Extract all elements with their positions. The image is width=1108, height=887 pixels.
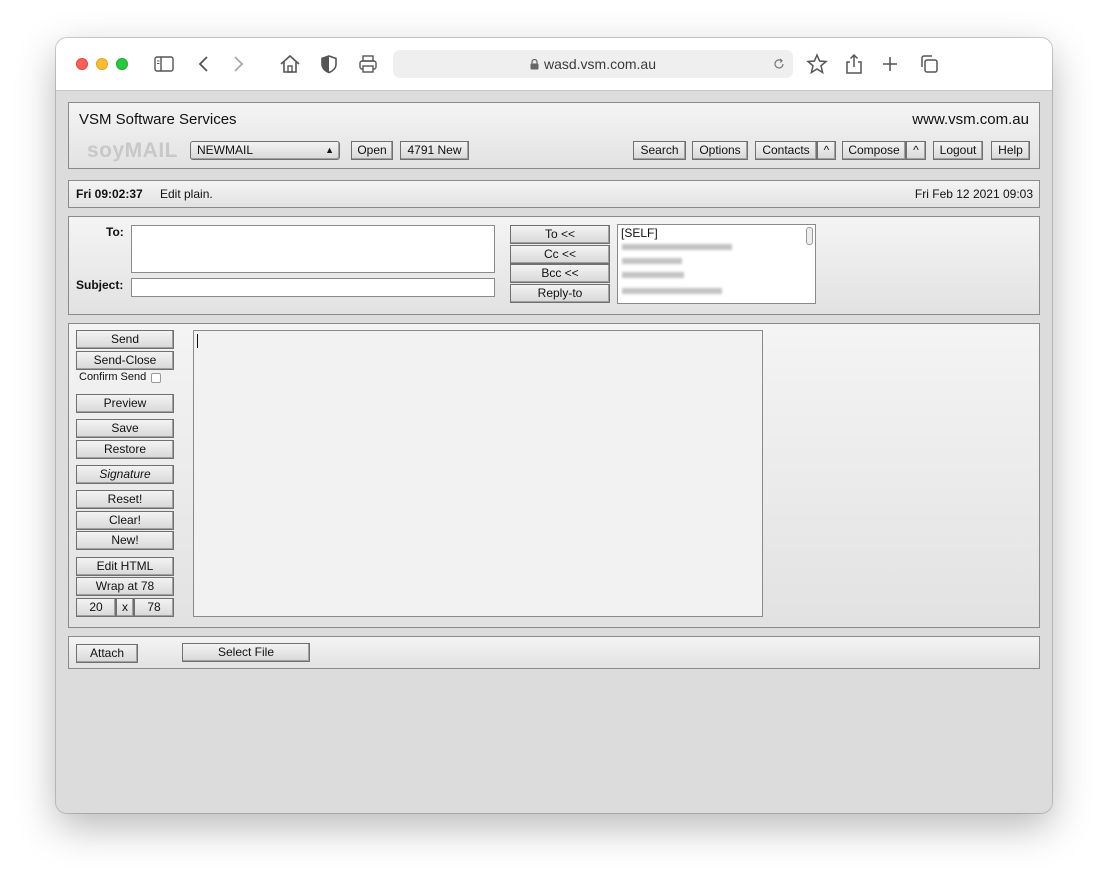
confirm-send-label: Confirm Send [79,371,147,383]
clear-button[interactable]: Clear! [76,511,174,530]
reload-icon[interactable] [771,56,787,72]
select-arrows-icon: ▲ [325,145,334,155]
contacts-button[interactable]: Contacts [755,141,817,160]
signature-button[interactable]: Signature [76,465,174,484]
new-tab-icon[interactable] [878,52,902,76]
close-window-button[interactable] [76,58,88,70]
rows-field[interactable]: 20 [76,598,116,617]
folder-select-value: NEWMAIL [197,143,254,157]
page-content: VSM Software Services www.vsm.com.au soy… [56,91,1052,813]
help-button[interactable]: Help [991,141,1030,160]
status-panel: Fri 09:02:37 Edit plain. Fri Feb 12 2021… [68,180,1040,208]
folder-select[interactable]: NEWMAIL ▲ [190,141,340,160]
browser-window: wasd.vsm.com.au VSM Software Services ww… [56,38,1052,813]
attach-panel: Attach Select File [68,636,1040,669]
header-panel: VSM Software Services www.vsm.com.au soy… [68,102,1040,169]
attach-button[interactable]: Attach [76,644,138,663]
back-icon[interactable] [192,52,216,76]
contacts-list-item-redacted[interactable] [622,258,682,264]
search-button[interactable]: Search [633,141,686,160]
open-folder-button[interactable]: Open [351,141,393,160]
to-field[interactable] [131,225,495,273]
resize-x-separator: x [116,598,134,617]
contacts-list[interactable]: [SELF] [617,224,816,304]
status-mode: Edit plain. [160,187,213,201]
zoom-window-button[interactable] [116,58,128,70]
tab-overview-icon[interactable] [917,52,941,76]
minimize-window-button[interactable] [96,58,108,70]
add-reply-to-button[interactable]: Reply-to [510,284,610,303]
browser-toolbar: wasd.vsm.com.au [56,38,1052,91]
url-text: wasd.vsm.com.au [543,56,657,72]
addressing-panel: To: Subject: To << Cc << Bcc << Reply-to… [68,216,1040,315]
add-to-button[interactable]: To << [510,225,610,244]
contacts-popup-button[interactable]: ^ [817,141,836,160]
to-label: To: [106,225,124,239]
home-icon[interactable] [278,52,302,76]
reset-button[interactable]: Reset! [76,490,174,509]
preview-button[interactable]: Preview [76,394,174,413]
status-date: Fri Feb 12 2021 09:03 [914,187,1033,201]
compose-popup-button[interactable]: ^ [906,141,926,160]
new-messages-button[interactable]: 4791 New [400,141,469,160]
address-bar[interactable]: wasd.vsm.com.au [393,50,793,78]
contacts-list-item[interactable]: [SELF] [621,226,658,240]
send-close-button[interactable]: Send-Close [76,351,174,370]
subject-field[interactable] [131,278,495,297]
sidebar-toggle-icon[interactable] [152,52,176,76]
restore-button[interactable]: Restore [76,440,174,459]
forward-icon[interactable] [226,52,250,76]
contacts-list-item-redacted[interactable] [622,272,684,278]
send-button[interactable]: Send [76,330,174,349]
message-body-editor[interactable] [193,330,763,617]
add-bcc-button[interactable]: Bcc << [510,264,610,283]
wrap-button[interactable]: Wrap at 78 [76,577,174,596]
options-button[interactable]: Options [692,141,748,160]
website-link[interactable]: www.vsm.com.au [912,111,1029,128]
contacts-list-item-redacted[interactable] [622,244,732,250]
select-file-button[interactable]: Select File [182,643,310,662]
cols-field[interactable]: 78 [134,598,174,617]
confirm-send-checkbox[interactable] [151,373,161,383]
contacts-scrollbar[interactable] [806,227,813,245]
text-cursor [197,334,198,348]
bookmark-star-icon[interactable] [805,52,829,76]
status-time: Fri 09:02:37 [76,187,143,201]
subject-label: Subject: [76,278,124,292]
compose-button[interactable]: Compose [842,141,906,160]
edit-html-button[interactable]: Edit HTML [76,557,174,576]
soymail-logo: soyMAIL [87,139,179,162]
privacy-shield-icon[interactable] [317,52,341,76]
logout-button[interactable]: Logout [933,141,983,160]
print-icon[interactable] [356,52,380,76]
compose-panel: Send Send-Close Confirm Send Preview Sav… [68,323,1040,628]
add-cc-button[interactable]: Cc << [510,245,610,264]
new-button[interactable]: New! [76,531,174,550]
save-button[interactable]: Save [76,419,174,438]
lock-icon [530,57,539,73]
share-icon[interactable] [842,52,866,76]
contacts-list-item-redacted[interactable] [622,288,722,294]
company-name: VSM Software Services [79,111,237,128]
